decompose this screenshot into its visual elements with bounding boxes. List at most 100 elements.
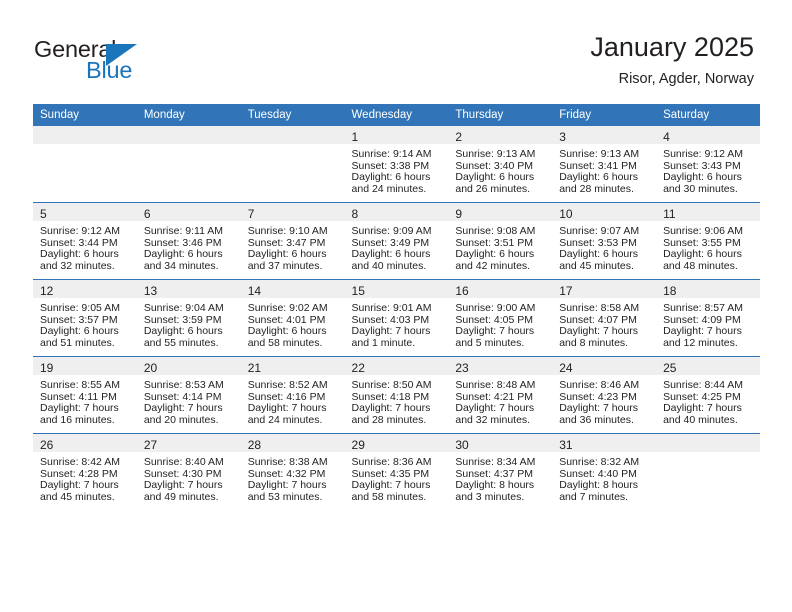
calendar-day-cell[interactable]: 27 Sunrise: 8:40 AM Sunset: 4:30 PM Dayligh… (136, 433, 241, 510)
sunrise-text: Sunrise: 9:12 AM (40, 225, 120, 237)
calendar-day-cell[interactable]: 7 Sunrise: 9:10 AM Sunset: 3:47 PM Daylight… (240, 202, 345, 280)
calendar-table: Sunday Monday Tuesday Wednesday Thursday Frid… (33, 104, 760, 510)
calendar-day-cell[interactable]: 2 Sunrise: 9:13 AM Sunset: 3:40 PM Daylight… (448, 126, 553, 203)
calendar-day-cell[interactable]: 21 Sunrise: 8:52 AM Sunset: 4:16 PM Dayligh… (240, 356, 345, 434)
calendar-day-cell[interactable]: 10 Sunrise: 9:07 AM Sunset: 3:53 PM Dayligh… (552, 202, 657, 280)
calendar-day-cell[interactable]: 19 Sunrise: 8:55 AM Sunset: 4:11 PM Dayligh… (33, 356, 137, 434)
sunrise-text: Sunrise: 8:58 AM (559, 302, 640, 314)
day-number: 14 (247, 284, 262, 298)
calendar-day-cell[interactable]: 17 Sunrise: 8:58 AM Sunset: 4:07 PM Dayligh… (552, 279, 657, 357)
weekday-header-friday: Friday (552, 104, 657, 126)
day-details: Sunrise: 8:57 AM Sunset: 4:09 PM Daylight:… (656, 298, 760, 349)
day-number-band: 8 (344, 203, 449, 221)
calendar-day-cell[interactable]: 28 Sunrise: 8:38 AM Sunset: 4:32 PM Dayligh… (240, 433, 345, 510)
sunrise-text: Sunrise: 8:50 AM (351, 379, 432, 391)
calendar-day-cell[interactable]: 15 Sunrise: 9:01 AM Sunset: 4:03 PM Dayligh… (344, 279, 449, 357)
day-number: 13 (143, 284, 158, 298)
calendar-day-cell[interactable]: 24 Sunrise: 8:46 AM Sunset: 4:23 PM Dayligh… (552, 356, 657, 434)
day-number-band (240, 126, 345, 144)
sunrise-text: Sunrise: 9:00 AM (455, 302, 536, 314)
calendar-day-cell[interactable]: 30 Sunrise: 8:34 AM Sunset: 4:37 PM Dayligh… (448, 433, 553, 510)
daylight-text-cont: and 8 minutes. (559, 336, 629, 349)
calendar-day-cell[interactable]: 18 Sunrise: 8:57 AM Sunset: 4:09 PM Dayligh… (656, 279, 760, 357)
daylight-text-cont: and 58 minutes. (247, 336, 323, 349)
daylight-text-cont: and 24 minutes. (351, 182, 427, 195)
sunrise-text: Sunrise: 8:48 AM (455, 379, 536, 391)
day-details: Sunrise: 8:48 AM Sunset: 4:21 PM Daylight:… (448, 375, 552, 426)
day-details (656, 452, 760, 457)
calendar-day-cell[interactable]: 12 Sunrise: 9:05 AM Sunset: 3:57 PM Dayligh… (33, 279, 137, 357)
day-number-band: 2 (448, 126, 553, 144)
calendar-day-cell[interactable]: 29 Sunrise: 8:36 AM Sunset: 4:35 PM Dayligh… (344, 433, 449, 510)
sunrise-text: Sunrise: 9:05 AM (40, 302, 120, 314)
daylight-text-cont: and 20 minutes. (143, 413, 219, 426)
calendar-day-cell[interactable]: 13 Sunrise: 9:04 AM Sunset: 3:59 PM Dayligh… (136, 279, 241, 357)
sunrise-text: Sunrise: 8:46 AM (559, 379, 640, 391)
daylight-text-cont: and 40 minutes. (351, 259, 427, 272)
day-details: Sunrise: 8:42 AM Sunset: 4:28 PM Daylight:… (33, 452, 137, 503)
sunrise-text: Sunrise: 8:38 AM (247, 456, 328, 468)
calendar-week-row: 26 Sunrise: 8:42 AM Sunset: 4:28 PM Dayligh… (33, 433, 760, 510)
day-number-band: 19 (33, 357, 137, 375)
day-number-band: 21 (240, 357, 345, 375)
day-number: 2 (455, 130, 463, 144)
day-number-band: 15 (344, 280, 449, 298)
calendar-week-row: 12 Sunrise: 9:05 AM Sunset: 3:57 PM Dayligh… (33, 279, 760, 357)
daylight-text-cont: and 51 minutes. (40, 336, 115, 349)
calendar-day-cell[interactable]: 23 Sunrise: 8:48 AM Sunset: 4:21 PM Dayligh… (448, 356, 553, 434)
calendar-day-cell[interactable]: 8 Sunrise: 9:09 AM Sunset: 3:49 PM Daylight… (344, 202, 449, 280)
day-number-band: 24 (552, 357, 657, 375)
calendar-day-cell[interactable]: 11 Sunrise: 9:06 AM Sunset: 3:55 PM Dayligh… (656, 202, 760, 280)
day-details: Sunrise: 9:04 AM Sunset: 3:59 PM Daylight:… (137, 298, 241, 349)
daylight-text-cont: and 7 minutes. (559, 490, 629, 503)
day-number: 23 (455, 361, 469, 375)
day-number-band: 6 (136, 203, 241, 221)
calendar-day-cell[interactable]: 9 Sunrise: 9:08 AM Sunset: 3:51 PM Daylight… (448, 202, 553, 280)
calendar-day-cell[interactable]: 26 Sunrise: 8:42 AM Sunset: 4:28 PM Dayligh… (33, 433, 137, 510)
daylight-text-cont: and 53 minutes. (247, 490, 323, 503)
calendar-day-cell[interactable]: 1 Sunrise: 9:14 AM Sunset: 3:38 PM Daylight… (344, 126, 449, 203)
day-number: 17 (559, 284, 573, 298)
day-number: 16 (455, 284, 469, 298)
day-details: Sunrise: 9:14 AM Sunset: 3:38 PM Daylight:… (345, 144, 449, 195)
daylight-text-cont: and 55 minutes. (143, 336, 219, 349)
daylight-text-cont: and 45 minutes. (559, 259, 634, 272)
day-number-band: 16 (448, 280, 553, 298)
calendar-grid: Sunday Monday Tuesday Wednesday Thursday Frid… (33, 104, 760, 510)
day-number-band: 28 (240, 434, 345, 452)
sunrise-text: Sunrise: 9:14 AM (351, 148, 432, 160)
day-number-band: 14 (240, 280, 345, 298)
day-number: 21 (247, 361, 262, 375)
day-number-band: 31 (552, 434, 657, 452)
calendar-day-cell[interactable]: 20 Sunrise: 8:53 AM Sunset: 4:14 PM Dayligh… (136, 356, 241, 434)
calendar-day-cell[interactable]: 22 Sunrise: 8:50 AM Sunset: 4:18 PM Dayligh… (344, 356, 449, 434)
brand-logo[interactable]: General Blue (34, 36, 184, 84)
sunrise-text: Sunrise: 9:10 AM (247, 225, 328, 237)
calendar-day-cell[interactable]: 5 Sunrise: 9:12 AM Sunset: 3:44 PM Daylight… (33, 202, 137, 280)
calendar-day-cell[interactable]: 6 Sunrise: 9:11 AM Sunset: 3:46 PM Daylight… (136, 202, 241, 280)
calendar-day-cell[interactable]: 14 Sunrise: 9:02 AM Sunset: 4:01 PM Dayligh… (240, 279, 345, 357)
day-details: Sunrise: 8:58 AM Sunset: 4:07 PM Daylight:… (552, 298, 656, 349)
weekday-header-tuesday: Tuesday (240, 104, 345, 126)
day-details: Sunrise: 9:07 AM Sunset: 3:53 PM Daylight:… (552, 221, 656, 272)
day-number: 20 (143, 361, 158, 375)
calendar-day-cell[interactable]: 31 Sunrise: 8:32 AM Sunset: 4:40 PM Dayligh… (552, 433, 657, 510)
calendar-day-cell[interactable]: 25 Sunrise: 8:44 AM Sunset: 4:25 PM Dayligh… (656, 356, 760, 434)
calendar-day-cell[interactable]: 3 Sunrise: 9:13 AM Sunset: 3:41 PM Daylight… (552, 126, 657, 203)
page-header: General Blue January 2025 Risor, Agder, … (0, 0, 792, 104)
day-number-band: 20 (136, 357, 241, 375)
sunrise-text: Sunrise: 8:42 AM (40, 456, 120, 468)
calendar-day-cell[interactable]: 16 Sunrise: 9:00 AM Sunset: 4:05 PM Dayligh… (448, 279, 553, 357)
calendar-day-cell[interactable]: 4 Sunrise: 9:12 AM Sunset: 3:43 PM Daylight… (656, 126, 760, 203)
weekday-header-sunday: Sunday (33, 104, 137, 126)
daylight-text-cont: and 16 minutes. (40, 413, 115, 426)
daylight-text-cont: and 32 minutes. (40, 259, 115, 272)
calendar-day-cell-empty (656, 433, 760, 510)
day-number: 3 (559, 130, 566, 144)
daylight-text-cont: and 36 minutes. (559, 413, 634, 426)
day-details: Sunrise: 9:13 AM Sunset: 3:40 PM Daylight:… (448, 144, 552, 195)
day-number: 11 (663, 207, 676, 221)
daylight-text-cont: and 28 minutes. (351, 413, 427, 426)
day-number-band: 23 (448, 357, 553, 375)
daylight-text-cont: and 12 minutes. (663, 336, 738, 349)
